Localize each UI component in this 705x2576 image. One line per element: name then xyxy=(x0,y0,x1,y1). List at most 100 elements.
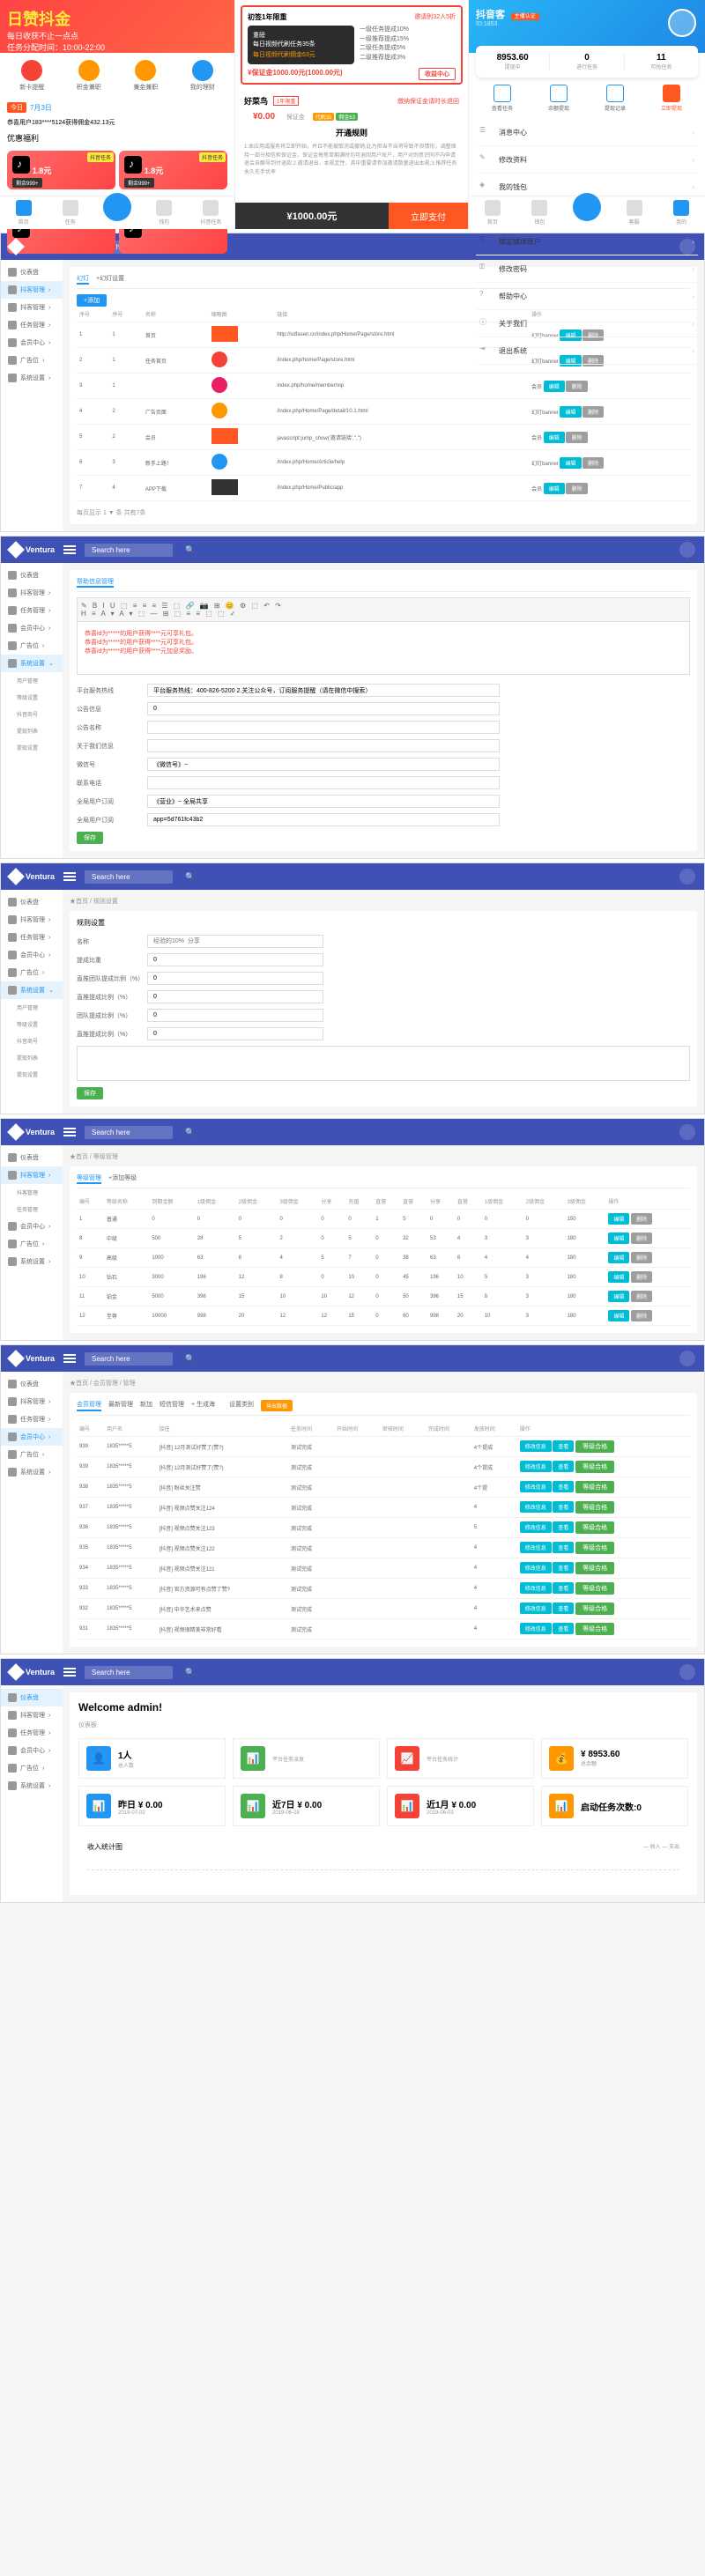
sidebar-douke[interactable]: 抖客管理 › xyxy=(1,1706,63,1724)
stat-withdraw[interactable]: 8953.60提现中 xyxy=(476,53,550,70)
editor-toolbar[interactable]: ✎ B I U ⬚ ≡ ≡ ≡ ☰ ⬚ 🔗 📷 ⊞ 😊 ⚙ ⬚ ↶ ↷H ≡ A… xyxy=(77,597,690,622)
save-button[interactable]: 保存 xyxy=(77,1087,103,1099)
tab[interactable]: 会员管理 xyxy=(77,1400,101,1411)
edit-button[interactable]: 修改信息 xyxy=(520,1440,552,1452)
edit-button[interactable]: 编辑 xyxy=(544,483,565,494)
search-icon[interactable]: 🔍 xyxy=(185,1354,195,1364)
view-button[interactable]: 查看 xyxy=(553,1521,574,1533)
sidebar-member[interactable]: 会员中心 › xyxy=(1,1742,63,1759)
sidebar-sub-douyin[interactable]: 抖音商号 xyxy=(1,706,63,722)
form-input[interactable] xyxy=(147,795,500,808)
level-button[interactable]: 等级合格 xyxy=(575,1501,614,1514)
edit-button[interactable]: 修改信息 xyxy=(520,1521,552,1533)
nav-home[interactable]: 首页 xyxy=(469,200,516,226)
earnings-btn[interactable]: 收益中心 xyxy=(419,68,456,80)
sidebar-ad[interactable]: 广告位 › xyxy=(1,964,63,981)
search-input[interactable]: Search here xyxy=(85,544,173,557)
sidebar-sub-user[interactable]: 用户管理 xyxy=(1,672,63,689)
action-balance[interactable]: 余额提现 xyxy=(532,85,585,112)
view-button[interactable]: 查看 xyxy=(553,1623,574,1634)
edit-button[interactable]: 修改信息 xyxy=(520,1582,552,1594)
sidebar-douke[interactable]: 抖客管理 › xyxy=(1,1166,63,1184)
tab-levels[interactable]: 等级管理 xyxy=(77,1173,101,1184)
logo[interactable]: Ventura xyxy=(10,1666,55,1678)
tab-slides[interactable]: 幻灯 xyxy=(77,274,89,285)
tab[interactable]: 短信管理 xyxy=(160,1400,184,1411)
form-input[interactable] xyxy=(147,758,500,771)
view-button[interactable]: 查看 xyxy=(553,1440,574,1452)
search-icon[interactable]: 🔍 xyxy=(185,545,195,555)
menu-bind[interactable]: ⚲绑定媒体账户› xyxy=(476,228,698,255)
sidebar-member[interactable]: 会员中心 › xyxy=(1,946,63,964)
logo[interactable]: Ventura xyxy=(10,870,55,883)
hamburger-icon[interactable] xyxy=(63,1128,76,1136)
level-button[interactable]: 等级合格 xyxy=(575,1623,614,1635)
form-input[interactable] xyxy=(147,953,323,966)
hamburger-icon[interactable] xyxy=(63,545,76,554)
sidebar-douke2[interactable]: 抖客管理 › xyxy=(1,299,63,316)
form-input[interactable] xyxy=(147,972,323,985)
sidebar-sub-withdraw-set[interactable]: 提现设置 xyxy=(1,739,63,756)
sidebar-dashboard[interactable]: 仪表盘 xyxy=(1,1689,63,1706)
nav-mine[interactable]: 我的 xyxy=(657,200,705,226)
sidebar-settings[interactable]: 系统设置 ⌄ xyxy=(1,981,63,999)
edit-button[interactable]: 修改信息 xyxy=(520,1501,552,1513)
edit-button[interactable]: 修改信息 xyxy=(520,1562,552,1573)
level-button[interactable]: 等级合格 xyxy=(575,1582,614,1595)
sidebar-settings[interactable]: 系统设置 ⌄ xyxy=(1,655,63,672)
level-button[interactable]: 等级合格 xyxy=(575,1481,614,1493)
form-input[interactable] xyxy=(147,721,500,734)
tab-help[interactable]: 帮助信息管理 xyxy=(77,577,114,588)
nav-service[interactable]: 客服 xyxy=(611,200,658,226)
edit-button[interactable]: 修改信息 xyxy=(520,1542,552,1553)
task-card-1[interactable]: 抖音任务 1.8元剩余999+ xyxy=(7,151,115,189)
view-button[interactable]: 查看 xyxy=(553,1461,574,1472)
editor-content[interactable]: 恭喜id为*****的用户获得****元可享礼包。 恭喜id为*****的用户获… xyxy=(77,622,690,675)
delete-button[interactable]: 删除 xyxy=(631,1252,652,1263)
delete-button[interactable]: 删除 xyxy=(583,457,604,469)
tab[interactable]: 新加 xyxy=(140,1400,152,1411)
edit-button[interactable]: 编辑 xyxy=(608,1232,629,1244)
view-button[interactable]: 查看 xyxy=(553,1582,574,1594)
export-button[interactable]: 导出数据 xyxy=(261,1400,293,1411)
level-button[interactable]: 等级合格 xyxy=(575,1603,614,1615)
sidebar-dashboard[interactable]: 仪表盘 xyxy=(1,263,63,281)
sidebar-member[interactable]: 会员中心 › xyxy=(1,619,63,637)
hamburger-icon[interactable] xyxy=(63,872,76,881)
save-button[interactable]: 保存 xyxy=(77,832,103,844)
sidebar-ad[interactable]: 广告位 › xyxy=(1,1446,63,1463)
menu-password[interactable]: ⚿修改密码› xyxy=(476,255,698,283)
sidebar-dashboard[interactable]: 仪表盘 xyxy=(1,566,63,584)
sidebar-dashboard[interactable]: 仪表盘 xyxy=(1,1375,63,1393)
menu-messages[interactable]: ☰消息中心› xyxy=(476,119,698,146)
level-button[interactable]: 等级合格 xyxy=(575,1521,614,1534)
sidebar-task[interactable]: 任务管理 › xyxy=(1,929,63,946)
search-input[interactable]: Search here xyxy=(85,1666,173,1679)
logo[interactable]: Ventura xyxy=(10,1126,55,1138)
delete-button[interactable]: 删除 xyxy=(631,1213,652,1225)
edit-button[interactable]: 修改信息 xyxy=(520,1623,552,1634)
edit-button[interactable]: 修改信息 xyxy=(520,1481,552,1492)
delete-button[interactable]: 删除 xyxy=(631,1232,652,1244)
view-button[interactable]: 查看 xyxy=(553,1501,574,1513)
sidebar-settings[interactable]: 系统设置 › xyxy=(1,1253,63,1270)
edit-button[interactable]: 修改信息 xyxy=(520,1603,552,1614)
sidebar-dashboard[interactable]: 仪表盘 xyxy=(1,1149,63,1166)
sidebar-member[interactable]: 会员中心 › xyxy=(1,334,63,352)
add-button[interactable]: +添加 xyxy=(77,294,107,307)
form-input[interactable] xyxy=(147,813,500,826)
sidebar-sub-douke[interactable]: 抖客管理 xyxy=(1,1184,63,1201)
sidebar-task[interactable]: 任务管理 › xyxy=(1,316,63,334)
sidebar-member[interactable]: 会员中心 › xyxy=(1,1428,63,1446)
search-icon[interactable]: 🔍 xyxy=(185,1668,195,1677)
delete-button[interactable]: 删除 xyxy=(631,1291,652,1302)
nav-douyin[interactable]: 抖音任务 xyxy=(188,200,234,226)
sidebar-ad[interactable]: 广告位 › xyxy=(1,352,63,369)
search-input[interactable]: Search here xyxy=(85,1352,173,1366)
level-button[interactable]: 等级合格 xyxy=(575,1461,614,1473)
action-view[interactable]: 查看任务 xyxy=(476,85,529,112)
sidebar-douke[interactable]: 抖客管理 › xyxy=(1,281,63,299)
form-input[interactable] xyxy=(147,776,500,789)
menu-profile[interactable]: ✎修改资料› xyxy=(476,146,698,174)
edit-button[interactable]: 编辑 xyxy=(560,457,581,469)
